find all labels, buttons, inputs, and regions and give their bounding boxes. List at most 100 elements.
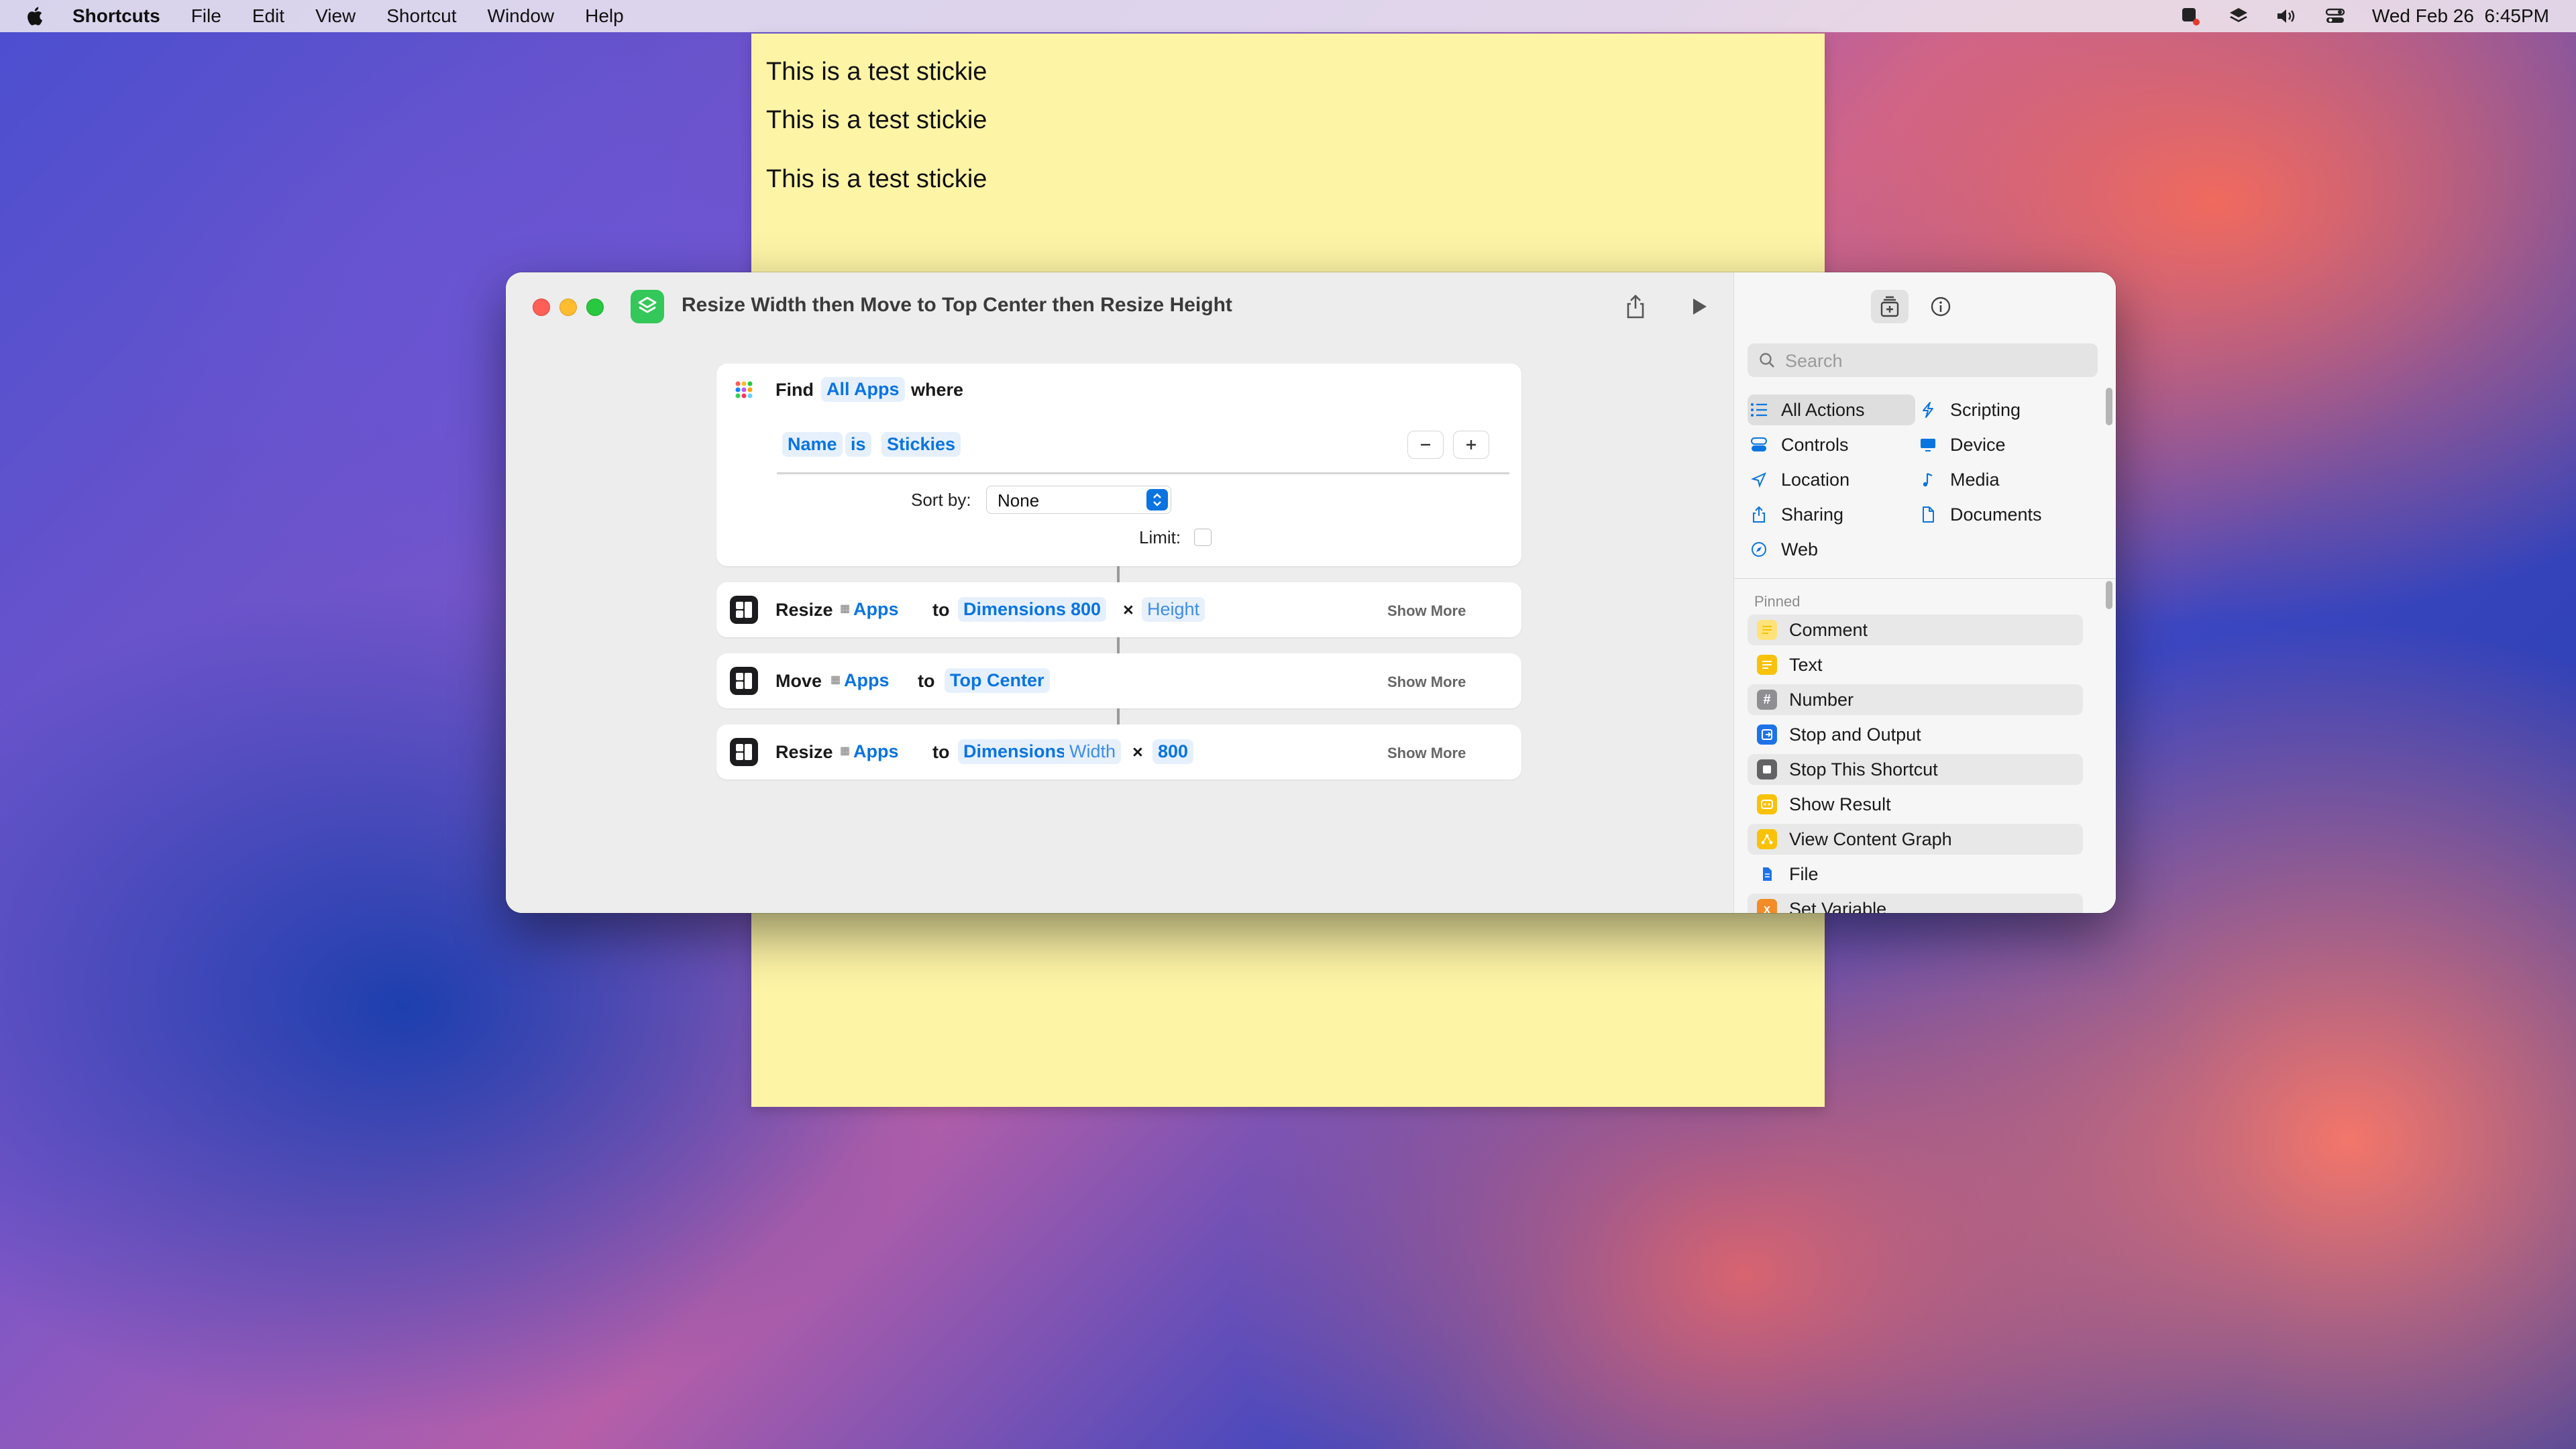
stop-output-icon	[1757, 724, 1777, 745]
control-center-icon[interactable]	[2324, 6, 2347, 26]
comment-icon	[1757, 620, 1777, 640]
toggle-icon	[1748, 437, 1770, 453]
sort-value: None	[998, 490, 1040, 511]
category-location[interactable]: Location	[1748, 464, 1849, 495]
height-placeholder-token[interactable]: Height	[1142, 597, 1205, 622]
library-button[interactable]	[1871, 290, 1909, 323]
pinned-action-label: Show Result	[1789, 794, 1891, 814]
stickie-text-line[interactable]: This is a test stickie	[766, 165, 987, 194]
menu-file[interactable]: File	[191, 5, 221, 27]
search-icon	[1760, 353, 1774, 368]
to-label: to	[932, 600, 950, 620]
menu-clock[interactable]: Wed Feb 26 6:45PM	[2372, 5, 2549, 27]
apps-variable-token[interactable]: Apps	[848, 739, 904, 764]
apps-variable-token[interactable]: Apps	[848, 597, 904, 622]
search-placeholder: Search	[1785, 351, 1843, 371]
pinned-action-number[interactable]: # Number	[1748, 684, 2083, 715]
sort-by-select[interactable]: None	[986, 486, 1171, 514]
category-label: Scripting	[1950, 399, 2021, 420]
resize-action[interactable]: Resize ▦ Apps to Dimensions 800 × Height…	[716, 582, 1521, 637]
apple-menu-icon[interactable]	[24, 5, 47, 28]
pinned-action-stop-and-output[interactable]: Stop and Output	[1748, 719, 2083, 750]
category-scripting[interactable]: Scripting	[1917, 394, 2021, 425]
menu-shortcut[interactable]: Shortcut	[386, 5, 456, 27]
share-button[interactable]	[1619, 291, 1652, 322]
shortcuts-status-icon[interactable]	[2179, 6, 2202, 26]
minimize-button[interactable]	[559, 299, 577, 316]
app-grid-icon	[730, 376, 758, 404]
show-more-button[interactable]: Show More	[1387, 745, 1466, 762]
pinned-action-label: Comment	[1789, 619, 1868, 640]
apps-variable-token[interactable]: Apps	[839, 668, 895, 693]
compass-icon	[1748, 541, 1770, 557]
pinned-action-comment[interactable]: Comment	[1748, 614, 2083, 645]
run-button[interactable]	[1683, 291, 1715, 322]
filter-value-token[interactable]: Stickies	[881, 432, 961, 457]
menu-view[interactable]: View	[315, 5, 356, 27]
category-documents[interactable]: Documents	[1917, 499, 2042, 530]
resize-mode-token[interactable]: Dimensions	[958, 739, 1072, 764]
pinned-header: Pinned	[1754, 593, 1801, 610]
category-media[interactable]: Media	[1917, 464, 2000, 495]
position-token[interactable]: Top Center	[945, 668, 1050, 693]
stickie-text-line[interactable]: This is a test stickie	[766, 58, 987, 87]
category-label: Media	[1950, 469, 2000, 490]
stickie-text-line[interactable]: This is a test stickie	[766, 106, 987, 135]
pinned-action-show-result[interactable]: Show Result	[1748, 789, 2083, 820]
filter-operator-token[interactable]: is	[845, 432, 871, 457]
pinned-action-stop-shortcut[interactable]: Stop This Shortcut	[1748, 754, 2083, 785]
category-all-actions[interactable]: All Actions	[1748, 394, 1915, 425]
category-web[interactable]: Web	[1748, 534, 1818, 565]
action-library-sidebar: Search All Actions Controls Location Sha…	[1733, 272, 2116, 913]
category-controls[interactable]: Controls	[1748, 429, 1849, 460]
library-add-icon	[1880, 296, 1899, 317]
search-field[interactable]: Search	[1748, 343, 2098, 377]
remove-filter-button[interactable]	[1407, 431, 1444, 459]
shortcuts-window: Resize Width then Move to Top Center the…	[506, 272, 2116, 913]
info-icon	[1931, 297, 1951, 317]
category-device[interactable]: Device	[1917, 429, 2006, 460]
categories-scrollbar[interactable]	[2106, 388, 2112, 425]
resize-action[interactable]: Resize ▦ Apps to Dimensions Width × 800 …	[716, 724, 1521, 780]
shortcut-title[interactable]: Resize Width then Move to Top Center the…	[682, 294, 1232, 317]
menu-app-name[interactable]: Shortcuts	[72, 5, 160, 27]
where-label: where	[911, 380, 964, 400]
move-action[interactable]: Move ▦ Apps to Top Center Show More	[716, 653, 1521, 708]
show-more-button[interactable]: Show More	[1387, 674, 1466, 691]
shortcut-editor: Resize Width then Move to Top Center the…	[506, 272, 1733, 913]
resize-mode-token[interactable]: Dimensions	[958, 597, 1072, 622]
file-icon	[1757, 864, 1777, 884]
menu-edit[interactable]: Edit	[252, 5, 284, 27]
category-label: Documents	[1950, 504, 2042, 525]
category-label: All Actions	[1781, 399, 1865, 420]
add-filter-button[interactable]	[1453, 431, 1489, 459]
pinned-action-file[interactable]: File	[1748, 859, 2083, 890]
menu-window[interactable]: Window	[488, 5, 555, 27]
to-label: to	[932, 742, 950, 762]
find-apps-action[interactable]: Find All Apps where Name is Stickies Sor…	[716, 364, 1521, 566]
pinned-action-view-content-graph[interactable]: View Content Graph	[1748, 824, 2083, 855]
scope-token[interactable]: All Apps	[821, 377, 905, 402]
category-sharing[interactable]: Sharing	[1748, 499, 1843, 530]
limit-checkbox[interactable]	[1194, 529, 1212, 546]
list-icon	[1748, 402, 1770, 417]
pinned-action-label: Stop This Shortcut	[1789, 759, 1938, 780]
width-value-token[interactable]: 800	[1065, 597, 1107, 622]
pinned-action-set-variable[interactable]: x Set Variable	[1748, 894, 2083, 913]
document-icon	[1917, 506, 1939, 523]
width-placeholder-token[interactable]: Width	[1064, 739, 1122, 764]
pinned-action-text[interactable]: Text	[1748, 649, 2083, 680]
category-label: Controls	[1781, 434, 1849, 455]
show-more-button[interactable]: Show More	[1387, 602, 1466, 620]
info-button[interactable]	[1922, 290, 1960, 323]
layers-icon[interactable]	[2227, 6, 2250, 26]
volume-icon[interactable]	[2275, 6, 2298, 26]
menu-help[interactable]: Help	[585, 5, 624, 27]
window-manager-icon	[730, 738, 758, 766]
maximize-button[interactable]	[586, 299, 604, 316]
filter-field-token[interactable]: Name	[782, 432, 843, 457]
shortcut-icon[interactable]	[631, 290, 664, 323]
height-value-token[interactable]: 800	[1152, 739, 1194, 764]
pinned-scrollbar[interactable]	[2106, 581, 2112, 609]
close-button[interactable]	[533, 299, 550, 316]
